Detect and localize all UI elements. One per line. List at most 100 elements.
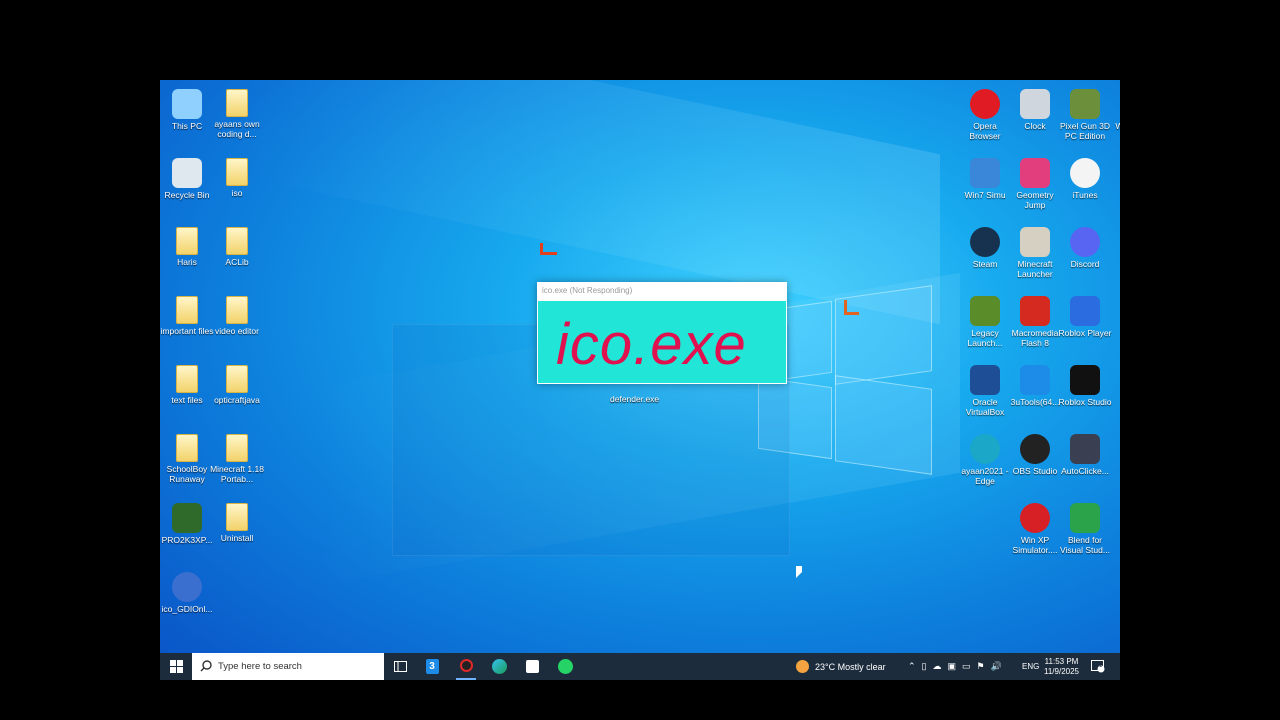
desktop-icon[interactable]: video editor [210, 292, 264, 356]
task-view-button[interactable] [388, 653, 412, 680]
desktop-icon[interactable]: Steam [958, 223, 1012, 287]
desktop-icon-label: Legacy Launch... [967, 328, 1003, 348]
desktop-icon[interactable]: ACLib [210, 223, 264, 287]
folder-icon [176, 365, 198, 393]
language-indicator[interactable]: ENG [1022, 653, 1039, 680]
desktop-icon-label: ayaan2021 - Edge [961, 466, 1009, 486]
desktop-icon[interactable]: text files [160, 361, 214, 425]
tray-icons[interactable]: ⌃ ▯ ☁ ▣ ▭ ⚑ 🔊 [908, 653, 1008, 680]
discord-icon [1070, 227, 1100, 257]
blend-icon [1070, 503, 1100, 533]
cloud-icon[interactable]: ☁ [933, 661, 948, 672]
installer-icon [172, 503, 202, 533]
search-icon [200, 660, 212, 672]
network-icon[interactable]: ▣ [948, 661, 963, 672]
desktop-icon-label: Minecraft Launcher [1017, 259, 1053, 279]
roblox-studio-icon [1070, 365, 1100, 395]
not-responding-window[interactable]: ico.exe (Not Responding) ico.exe [537, 282, 787, 384]
3utools-icon: 3 [425, 659, 439, 674]
3utools-icon [1020, 365, 1050, 395]
clock-date: 11/9/2025 [1044, 666, 1079, 676]
desktop-icon-label: 3uTools(64... [1010, 397, 1060, 407]
speaker-icon[interactable]: 🔊 [991, 661, 1008, 672]
folder-icon [176, 296, 198, 324]
desktop-icon[interactable]: 3uTools(64... [1008, 361, 1062, 425]
desktop-icon[interactable]: ayaan2021 - Edge [958, 430, 1012, 494]
desktop-icon-label: OBS Studio [1012, 466, 1058, 476]
security-icon[interactable]: ⚑ [977, 661, 991, 672]
desktop-icon[interactable]: Roblox Studio [1058, 361, 1112, 425]
desktop-icon-label: ayaans own coding d... [214, 119, 260, 139]
folder-icon [226, 158, 248, 186]
desktop-icon[interactable]: important files [160, 292, 214, 356]
desktop-icon[interactable]: WhatsApp [1108, 85, 1120, 149]
desktop-icon[interactable]: Outlook [1108, 154, 1120, 218]
taskbar-app-store[interactable] [522, 653, 542, 680]
itunes-icon [1070, 158, 1100, 188]
desktop-icon-label: This PC [171, 121, 203, 131]
desktop-icon[interactable]: opticraftjava [210, 361, 264, 425]
desktop-icon-label: WhatsApp [1115, 121, 1120, 131]
desktop-icon[interactable]: iso [210, 154, 264, 218]
windows-logo-pane [835, 375, 932, 475]
desktop-icon[interactable]: This PC [160, 85, 214, 149]
desktop-icon[interactable]: Pixel Gun 3D PC Edition [1058, 85, 1112, 149]
taskbar-app-edge[interactable] [489, 653, 509, 680]
desktop-icon[interactable]: Legacy Launch... [958, 292, 1012, 356]
obs-icon [1020, 434, 1050, 464]
desktop-icon[interactable]: Opera Browser [958, 85, 1012, 149]
desktop-icon[interactable]: Recycle Bin [160, 154, 214, 218]
desktop-icon[interactable]: SchoolBoy Runaway [160, 430, 214, 494]
clock[interactable]: 11:53 PM 11/9/2025 [1044, 653, 1079, 680]
chevron-up-icon[interactable]: ⌃ [908, 661, 922, 672]
desktop-icon[interactable]: PRO2K3XP... [160, 499, 214, 563]
taskbar-app-3utools[interactable]: 3 [422, 653, 442, 680]
desktop-icon[interactable]: iTunes [1058, 154, 1112, 218]
desktop-icon-label: SchoolBoy Runaway [166, 464, 208, 484]
edge-icon [491, 659, 507, 674]
desktop-icon-label: Discord [1070, 259, 1100, 269]
desktop-icon[interactable]: ayaans own coding d... [210, 85, 264, 149]
desktop-icon[interactable]: Clock [1008, 85, 1062, 149]
desktop-icon[interactable]: Roblox Player [1058, 292, 1112, 356]
desktop-icon[interactable]: Win XP Simulator.... [1008, 499, 1062, 563]
taskbar-app-recorder[interactable] [456, 653, 476, 680]
window-title[interactable]: ico.exe (Not Responding) [537, 282, 787, 300]
notification-center-button[interactable]: 1 [1091, 653, 1105, 680]
desktop-icon[interactable]: AutoClicke... [1058, 430, 1112, 494]
desktop-icon[interactable]: Macromedia Flash 8 [1008, 292, 1062, 356]
desktop-icon-label: Pixel Gun 3D PC Edition [1059, 121, 1111, 141]
desktop-icon-label: important files [160, 326, 214, 336]
desktop-icon-label: Minecraft 1.18 Portab... [210, 464, 264, 484]
desktop-icon[interactable]: Minecraft 1.18 Portab... [210, 430, 264, 494]
search-box[interactable]: Type here to search [192, 653, 384, 680]
desktop-icon[interactable]: ico_GDIOnl... [160, 568, 214, 632]
desktop-icon-label: Oracle VirtualBox [965, 397, 1005, 417]
desktop-icon[interactable]: Haris [160, 223, 214, 287]
monitor-icon[interactable]: ▭ [962, 661, 977, 672]
defender-icon-label[interactable]: defender.exe [610, 394, 659, 404]
weather-widget[interactable]: 23°C Mostly clear [796, 653, 886, 680]
desktop-icon-label: Haris [177, 257, 197, 267]
globe-icon [172, 572, 202, 602]
usb-icon[interactable]: ▯ [922, 661, 933, 672]
start-button[interactable] [162, 653, 190, 680]
geometry-jump-icon [1020, 158, 1050, 188]
desktop-icon[interactable]: OBS Studio [1008, 430, 1062, 494]
desktop-icon-label: iTunes [1072, 190, 1098, 200]
folder-icon [226, 503, 248, 531]
desktop-icon-label: Steam [972, 259, 998, 269]
desktop-icon-label: Macromedia Flash 8 [1011, 328, 1059, 348]
desktop-icon-label: Clock [1024, 121, 1046, 131]
desktop-icon-label: Win7 Simu [964, 190, 1006, 200]
desktop-icon[interactable]: Uninstall [210, 499, 264, 563]
desktop-icon[interactable]: Minecraft Launcher [1008, 223, 1062, 287]
taskbar-app-whatsapp[interactable] [555, 653, 575, 680]
desktop-icon[interactable]: Discord [1058, 223, 1112, 287]
desktop-icon[interactable]: Win7 Simu [958, 154, 1012, 218]
desktop-icon[interactable]: Oracle VirtualBox [958, 361, 1012, 425]
roblox-icon [1070, 296, 1100, 326]
desktop-icon[interactable]: Geometry Jump [1008, 154, 1062, 218]
desktop-icon[interactable]: Blend for Visual Stud... [1058, 499, 1112, 563]
glitch-mark [540, 243, 557, 255]
